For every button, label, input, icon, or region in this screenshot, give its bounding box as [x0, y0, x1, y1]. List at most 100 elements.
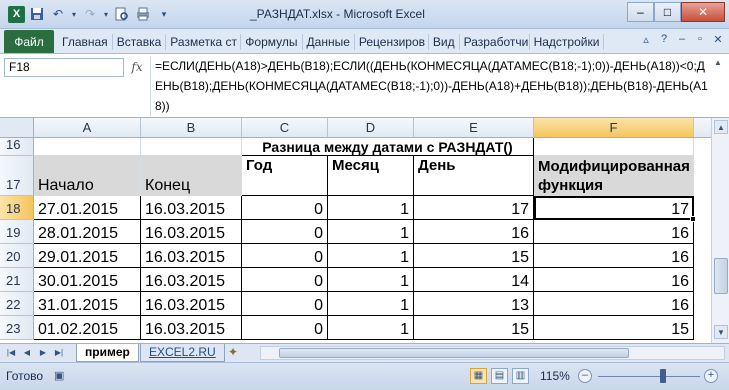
- header-cell-end[interactable]: Конец: [141, 156, 242, 196]
- fill-handle[interactable]: [690, 216, 696, 222]
- zoom-out-icon[interactable]: –: [578, 369, 592, 383]
- column-header-e[interactable]: E: [414, 118, 534, 138]
- select-all-corner[interactable]: [0, 118, 34, 138]
- tab-page-layout[interactable]: Разметка ст: [166, 34, 242, 50]
- cell-c21[interactable]: 0: [242, 268, 328, 292]
- tab-insert[interactable]: Вставка: [113, 34, 167, 50]
- cell-a22[interactable]: 31.01.2015: [34, 292, 141, 316]
- tab-review[interactable]: Рецензиров: [355, 34, 429, 50]
- column-header-f[interactable]: F: [534, 118, 694, 138]
- cell-d22[interactable]: 1: [328, 292, 414, 316]
- zoom-level[interactable]: 115%: [540, 369, 570, 383]
- cell-d23[interactable]: 1: [328, 316, 414, 340]
- row-header-19[interactable]: 19: [0, 220, 34, 244]
- cell-f21[interactable]: 16: [534, 268, 694, 292]
- normal-view-icon[interactable]: ▦: [470, 368, 487, 384]
- cell-c22[interactable]: 0: [242, 292, 328, 316]
- column-header-c[interactable]: C: [242, 118, 328, 138]
- cell-e18[interactable]: 17: [414, 196, 534, 220]
- cell-b19[interactable]: 16.03.2015: [141, 220, 242, 244]
- insert-function-icon[interactable]: fx: [126, 58, 148, 77]
- help-icon[interactable]: ?: [657, 33, 671, 46]
- row-header-16[interactable]: 16: [0, 137, 34, 156]
- cell-a20[interactable]: 29.01.2015: [34, 244, 141, 268]
- cell-c23[interactable]: 0: [242, 316, 328, 340]
- merged-title-cell[interactable]: Разница между датами с РАЗНДАТ(): [242, 138, 534, 156]
- tab-addins[interactable]: Надстройки: [530, 34, 605, 50]
- row-header-17[interactable]: 17: [0, 156, 34, 196]
- scroll-down-arrow-icon[interactable]: ▼: [714, 325, 728, 339]
- print-icon[interactable]: [134, 5, 152, 23]
- cell-f16[interactable]: [534, 138, 694, 156]
- doc-close-icon[interactable]: ✕: [711, 33, 725, 46]
- cell-f20[interactable]: 16: [534, 244, 694, 268]
- header-cell-year[interactable]: Год: [242, 156, 328, 196]
- vertical-scroll-thumb[interactable]: [714, 258, 728, 294]
- cell-f18[interactable]: 17: [534, 196, 694, 220]
- vertical-scrollbar[interactable]: ▲ ▼: [711, 118, 729, 343]
- cell-c19[interactable]: 0: [242, 220, 328, 244]
- sheet-tab-active[interactable]: пример: [76, 344, 139, 362]
- zoom-slider-track[interactable]: [598, 376, 700, 377]
- redo-icon[interactable]: ↷: [81, 5, 99, 23]
- tab-home[interactable]: Главная: [58, 34, 113, 50]
- cell-e23[interactable]: 15: [414, 316, 534, 340]
- next-sheet-icon[interactable]: ▶: [36, 346, 50, 360]
- page-break-view-icon[interactable]: ▥: [512, 368, 529, 384]
- cell-b16[interactable]: [141, 138, 242, 156]
- cell-d19[interactable]: 1: [328, 220, 414, 244]
- tab-view[interactable]: Вид: [429, 34, 460, 50]
- cell-f23[interactable]: 15: [534, 316, 694, 340]
- header-cell-month[interactable]: Месяц: [328, 156, 414, 196]
- horizontal-scroll-thumb[interactable]: [279, 348, 629, 358]
- tab-data[interactable]: Данные: [303, 34, 355, 50]
- first-sheet-icon[interactable]: |◀: [4, 346, 18, 360]
- zoom-in-icon[interactable]: +: [704, 369, 718, 383]
- prev-sheet-icon[interactable]: ◀: [20, 346, 34, 360]
- page-layout-view-icon[interactable]: ▤: [491, 368, 508, 384]
- doc-minimize-icon[interactable]: –: [675, 33, 689, 46]
- formula-input[interactable]: =ЕСЛИ(ДЕНЬ(A18)>ДЕНЬ(B18);ЕСЛИ((ДЕНЬ(КОН…: [150, 56, 710, 116]
- horizontal-scrollbar[interactable]: [260, 346, 725, 360]
- zoom-slider-thumb[interactable]: [660, 369, 666, 383]
- cell-a23[interactable]: 01.02.2015: [34, 316, 141, 340]
- cell-d20[interactable]: 1: [328, 244, 414, 268]
- last-sheet-icon[interactable]: ▶|: [52, 346, 66, 360]
- minimize-ribbon-icon[interactable]: ▵: [639, 33, 653, 46]
- header-cell-day[interactable]: День: [414, 156, 534, 196]
- header-cell-modified-function[interactable]: Модифицированная функция: [534, 156, 694, 196]
- scroll-up-arrow-icon[interactable]: ▲: [714, 120, 728, 134]
- cell-b21[interactable]: 16.03.2015: [141, 268, 242, 292]
- tab-file[interactable]: Файл: [4, 30, 54, 53]
- undo-icon[interactable]: ↶: [49, 5, 67, 23]
- cell-c18[interactable]: 0: [242, 196, 328, 220]
- cell-e20[interactable]: 15: [414, 244, 534, 268]
- cell-d21[interactable]: 1: [328, 268, 414, 292]
- cell-a21[interactable]: 30.01.2015: [34, 268, 141, 292]
- cell-e21[interactable]: 14: [414, 268, 534, 292]
- cell-d18[interactable]: 1: [328, 196, 414, 220]
- insert-sheet-icon[interactable]: ✦: [222, 344, 244, 362]
- cell-e19[interactable]: 16: [414, 220, 534, 244]
- cell-f22[interactable]: 16: [534, 292, 694, 316]
- sheet-tab-excel2ru[interactable]: EXCEL2.RU: [140, 344, 225, 362]
- cell-a18[interactable]: 27.01.2015: [34, 196, 141, 220]
- dropdown-arrow-icon[interactable]: ▾: [102, 5, 110, 23]
- cell-a19[interactable]: 28.01.2015: [34, 220, 141, 244]
- minimize-button[interactable]: –: [627, 2, 654, 22]
- doc-restore-icon[interactable]: ▫: [693, 33, 707, 46]
- cell-f19[interactable]: 16: [534, 220, 694, 244]
- column-header-d[interactable]: D: [328, 118, 414, 138]
- row-header-18[interactable]: 18: [0, 196, 34, 220]
- cell-b22[interactable]: 16.03.2015: [141, 292, 242, 316]
- header-cell-start[interactable]: Начало: [34, 156, 141, 196]
- cell-a16[interactable]: [34, 138, 141, 156]
- row-header-23[interactable]: 23: [0, 316, 34, 340]
- cell-c20[interactable]: 0: [242, 244, 328, 268]
- dropdown-arrow-icon[interactable]: ▾: [70, 5, 78, 23]
- cell-e22[interactable]: 13: [414, 292, 534, 316]
- name-box[interactable]: F18: [4, 58, 124, 77]
- maximize-button[interactable]: □: [654, 2, 681, 22]
- close-button[interactable]: ✕: [681, 2, 725, 22]
- collapse-formula-bar-icon[interactable]: ▲: [714, 58, 726, 68]
